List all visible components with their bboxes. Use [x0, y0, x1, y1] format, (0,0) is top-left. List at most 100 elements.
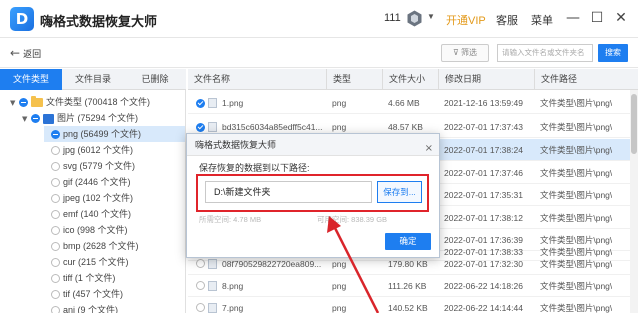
save-to-button[interactable]: 保存到... [377, 181, 422, 203]
checkbox-icon[interactable] [51, 210, 60, 220]
tree-item-label: 文件类型 (700418 个文件) [46, 97, 151, 107]
column-size[interactable]: 文件大小 [382, 69, 438, 90]
table-scrollbar[interactable] [630, 90, 638, 313]
checkbox-icon[interactable] [51, 146, 60, 156]
cell-date: 2022-07-01 17:38:12 [444, 213, 523, 223]
png-file-icon [208, 259, 217, 269]
dialog-close-icon[interactable]: × [425, 138, 433, 160]
menu-link[interactable]: 菜单 [531, 12, 553, 28]
column-date[interactable]: 修改日期 [438, 69, 534, 90]
partial-checkbox-icon[interactable] [19, 98, 28, 108]
confirm-button[interactable]: 确定 [385, 233, 431, 250]
tree-item-cur[interactable]: cur (215 个文件) [50, 254, 129, 270]
checkbox-icon[interactable] [51, 306, 60, 313]
scrollbar-thumb[interactable] [631, 94, 637, 154]
row-checkbox-icon[interactable] [196, 281, 205, 290]
table-row[interactable]: 8.png png 111.26 KB 2022-06-22 14:18:26 … [188, 275, 638, 297]
row-checkbox-icon[interactable] [196, 99, 205, 109]
table-row[interactable]: 1.png png 4.66 MB 2021-12-16 13:59:49 文件… [188, 92, 638, 114]
partial-checkbox-icon[interactable] [31, 114, 40, 124]
tree-item-bmp[interactable]: bmp (2628 个文件) [50, 238, 139, 254]
png-file-icon [208, 98, 217, 108]
collapse-icon[interactable]: ▼ [22, 111, 30, 127]
close-icon[interactable]: ✕ [610, 8, 632, 28]
tab-file-directory[interactable]: 文件目录 [62, 69, 124, 90]
cell-size: 140.52 KB [388, 303, 428, 313]
cell-size: 4.66 MB [388, 98, 420, 108]
tree-item-svg[interactable]: svg (5779 个文件) [50, 158, 135, 174]
cell-path: 文件类型\图片\png\ [540, 122, 613, 132]
image-folder-icon [43, 113, 54, 124]
toolbar: ← 返回 ⊽ 筛选 请输入文件名或文件夹名 搜索 [0, 38, 638, 68]
cell-date: 2022-07-01 17:38:24 [444, 145, 523, 155]
checkbox-icon[interactable] [51, 274, 60, 284]
checkbox-icon[interactable] [51, 178, 60, 188]
app-logo-icon: D [10, 7, 34, 31]
tab-file-type[interactable]: 文件类型 [0, 69, 62, 90]
tree-item-label: tiff (1 个文件) [63, 273, 116, 283]
tree-item-label: 图片 (75294 个文件) [57, 113, 139, 123]
tree-item-jpg[interactable]: jpg (6012 个文件) [50, 142, 133, 158]
table-header: 文件名称 类型 文件大小 修改日期 文件路径 [188, 69, 638, 90]
checkbox-icon[interactable] [51, 242, 60, 252]
checkbox-icon[interactable] [51, 258, 60, 268]
cell-date: 2022-06-22 14:14:44 [444, 303, 523, 313]
tree-item-png[interactable]: png (56499 个文件) [44, 126, 185, 142]
filter-icon: ⊽ [452, 48, 459, 57]
cell-name: 8.png [222, 281, 244, 291]
tree-item-gif[interactable]: gif (2446 个文件) [50, 174, 131, 190]
cell-path: 文件类型\图片\png\ [540, 145, 613, 155]
row-checkbox-icon[interactable] [196, 303, 205, 312]
tree-item-file-types[interactable]: ▼ 文件类型 (700418 个文件) [10, 94, 150, 110]
row-checkbox-icon[interactable] [196, 259, 205, 268]
cell-path: 文件类型\图片\png\ [540, 98, 613, 108]
tree-item-emf[interactable]: emf (140 个文件) [50, 206, 131, 222]
png-file-icon [208, 122, 217, 132]
tree-item-ico[interactable]: ico (998 个文件) [50, 222, 128, 238]
customer-service-link[interactable]: 客服 [496, 12, 518, 28]
cell-path: 文件类型\图片\png\ [540, 303, 613, 313]
required-space-text: 所需空间: 4.78 MB [199, 215, 262, 224]
dialog-title: 嗨格式数据恢复大师 × [187, 134, 439, 156]
save-path-input[interactable]: D:\新建文件夹 [205, 181, 372, 203]
hexagon-badge-icon[interactable] [407, 10, 422, 27]
row-checkbox-icon[interactable] [196, 123, 205, 133]
tree-item-label: cur (215 个文件) [63, 257, 129, 267]
tree-item-tif[interactable]: tif (457 个文件) [50, 286, 123, 302]
tree-item-label: png (56499 个文件) [63, 129, 142, 139]
tree-item-tiff[interactable]: tiff (1 个文件) [50, 270, 115, 286]
back-button[interactable]: ← 返回 [10, 46, 41, 60]
column-file-name[interactable]: 文件名称 [188, 69, 326, 90]
cell-path: 文件类型\图片\png\ [540, 168, 613, 178]
filter-button[interactable]: ⊽ 筛选 [441, 44, 489, 62]
tree-item-ani[interactable]: ani (9 个文件) [50, 302, 118, 313]
back-arrow-icon: ← [10, 46, 21, 60]
cell-name: 7.png [222, 303, 244, 313]
column-type[interactable]: 类型 [326, 69, 382, 90]
minimize-icon[interactable]: — [562, 8, 584, 28]
tree-item-label: jpg (6012 个文件) [63, 145, 134, 155]
vip-link[interactable]: 开通VIP [446, 12, 486, 28]
tree-item-label: jpeg (102 个文件) [63, 193, 134, 203]
cell-type: png [332, 281, 347, 291]
maximize-icon[interactable]: ☐ [586, 8, 608, 28]
cell-type: png [332, 98, 347, 108]
checkbox-icon[interactable] [51, 226, 60, 236]
checkbox-icon[interactable] [51, 290, 60, 300]
column-path[interactable]: 文件路径 [534, 69, 638, 90]
table-row[interactable]: 7.png png 140.52 KB 2022-06-22 14:14:44 … [188, 297, 638, 313]
cell-size: 111.26 KB [388, 281, 427, 291]
checkbox-icon[interactable] [51, 194, 60, 204]
collapse-icon[interactable]: ▼ [10, 95, 18, 111]
tree-item-label: svg (5779 个文件) [63, 161, 136, 171]
tab-deleted[interactable]: 已删除 [124, 69, 186, 90]
checkbox-icon[interactable] [51, 162, 60, 172]
cell-path: 文件类型\图片\png\ [540, 213, 613, 223]
tree-item-images[interactable]: ▼ 图片 (75294 个文件) [22, 110, 138, 126]
search-button[interactable]: 搜索 [598, 44, 628, 62]
tree-item-jpeg[interactable]: jpeg (102 个文件) [50, 190, 133, 206]
cell-path: 文件类型\图片\png\ [540, 281, 613, 291]
account-dropdown-icon[interactable]: ▼ [427, 12, 435, 21]
search-input[interactable]: 请输入文件名或文件夹名 [497, 44, 593, 62]
partial-checkbox-icon[interactable] [51, 130, 60, 140]
